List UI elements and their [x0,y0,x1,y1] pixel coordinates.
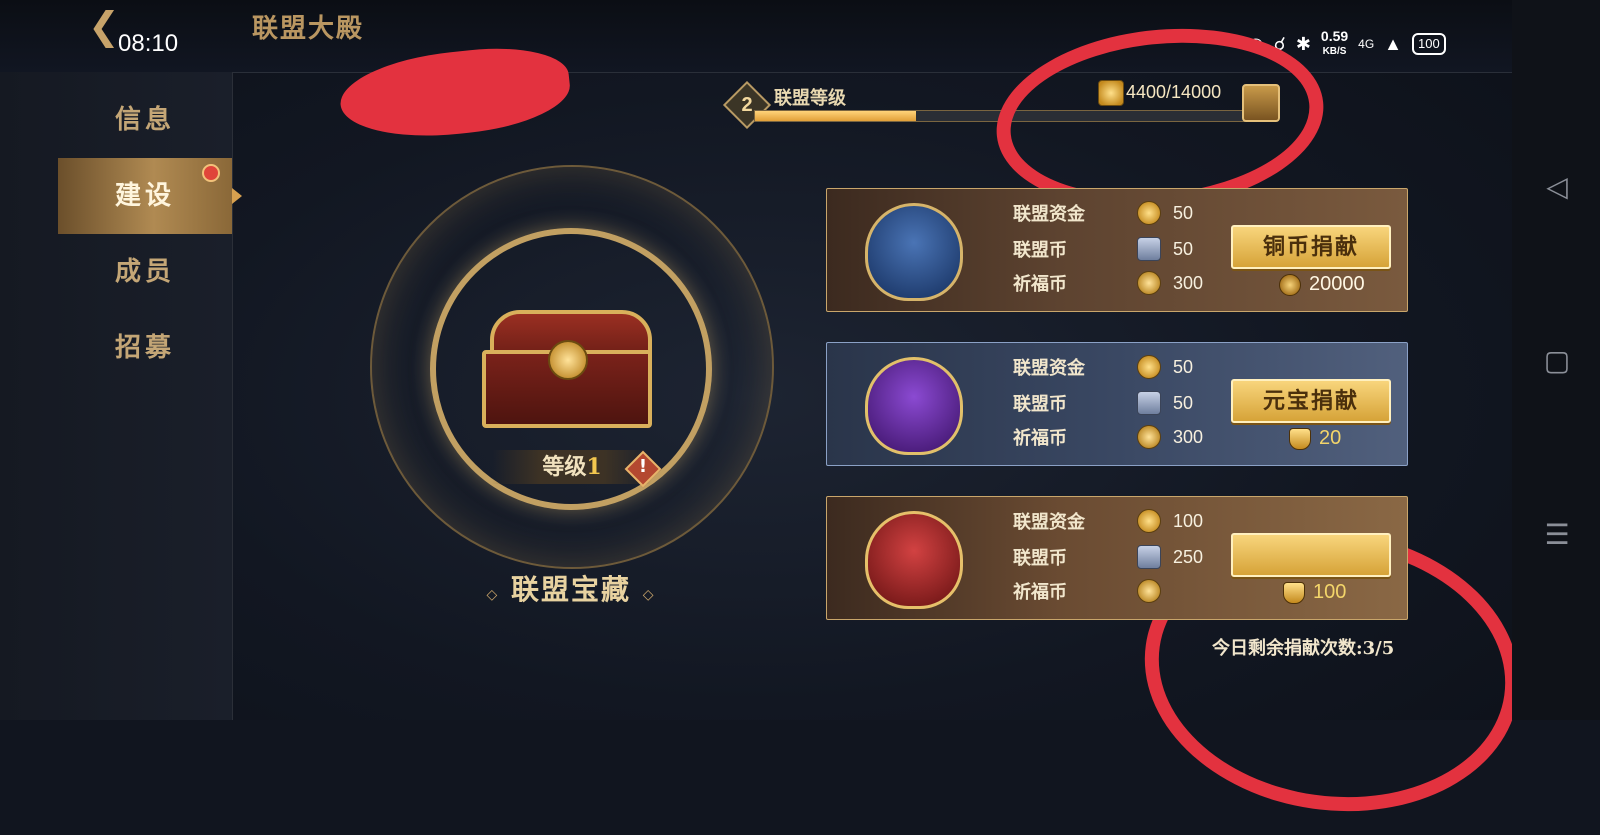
reward-label: 祈福币 [1013,274,1067,295]
cost-value: 100 [1313,581,1347,603]
reward-value: 300 [1173,426,1204,447]
alliance-level-label: 联盟等级 [774,88,846,109]
reward-row: 祈福币 300 [1013,269,1203,297]
bluetooth-icon: ✱ [1295,33,1311,54]
donation-card-copper: 联盟资金 50 联盟币 50 祈福币 300 铜币捐献 20000 [826,188,1408,312]
battery-indicator: 100 [1412,33,1446,55]
reward-label: 联盟资金 [1013,512,1085,533]
copper-donate-button[interactable]: 铜币捐献 [1231,225,1391,269]
reward-value: 50 [1173,392,1194,413]
blessing-coin-icon [1137,425,1161,449]
sidebar-item-recruit[interactable]: 招募 [58,310,232,386]
sidebar-item-info[interactable]: 信息 [58,82,232,158]
red-money-bag-icon [865,511,963,609]
alliance-fund-icon [1137,509,1161,533]
reward-value: 50 [1173,238,1194,259]
blessing-coin-icon [1137,271,1161,295]
network-type: 4G [1358,37,1375,51]
alliance-fund-icon [1137,355,1161,379]
donation-cost: 100 [1283,581,1346,604]
alliance-coin-icon [1137,391,1161,415]
reward-row: 联盟币 250 [1013,543,1203,571]
warning-mark: ! [638,456,648,477]
net-speed: 0.59 KB/S [1320,28,1349,58]
sidebar-item-label: 招募 [114,333,175,363]
reward-label: 联盟资金 [1013,204,1085,225]
donation-card-ingot: 联盟资金 50 联盟币 50 祈福币 300 元宝捐献 20 [826,342,1408,466]
sidebar-item-label: 成员 [114,257,175,287]
treasure-level-label: 等级 [542,454,587,480]
reward-value: 50 [1173,202,1194,223]
nav-menu-icon[interactable]: ☰ [1540,518,1574,552]
reward-value: 250 [1173,546,1204,567]
donation-card-premium: 联盟资金 100 联盟币 250 祈福币 100 [826,496,1408,620]
reward-value: 100 [1173,510,1204,531]
reward-row: 联盟币 50 [1013,235,1193,263]
notification-dot [202,164,220,182]
cost-value: 20000 [1309,273,1365,295]
sidebar-item-construction[interactable]: 建设 [58,158,242,234]
donation-cost: 20 [1289,427,1341,450]
copper-money-bag-icon [865,203,963,301]
sidebar-item-members[interactable]: 成员 [58,234,232,310]
premium-donate-button[interactable] [1231,533,1391,577]
reward-label: 联盟币 [1013,240,1067,261]
alliance-coin-icon [1137,545,1161,569]
alliance-fund-icon [1137,201,1161,225]
net-speed-value: 0.59 [1320,28,1349,44]
copper-coin-icon [1279,273,1301,296]
active-indicator [232,188,242,204]
alliance-coin-icon [1137,237,1161,261]
blessing-coin-icon [1137,579,1161,603]
gold-ingot-icon [1283,581,1305,604]
treasure-level-value: 1 [586,454,602,480]
reward-label: 联盟币 [1013,548,1067,569]
gold-ingot-icon [1289,427,1311,450]
page-title: 联盟大殿 [252,14,365,44]
reward-row: 联盟币 50 [1013,389,1193,417]
sidebar: 信息 建设 成员 招募 [0,72,242,720]
reward-label: 联盟币 [1013,394,1067,415]
signal-icon: ▲ [1384,33,1402,54]
treasure-title-text: 联盟宝藏 [510,573,631,606]
remaining-donations: 今日剩余捐献次数:3/5 [1212,638,1395,659]
donation-cost: 20000 [1279,273,1365,296]
reward-label: 联盟资金 [1013,358,1085,379]
sidebar-item-label: 建设 [114,181,175,211]
chest-lock [548,340,588,380]
nav-back-icon[interactable]: ◁ [1540,170,1574,204]
reward-value: 50 [1173,356,1194,377]
nav-home-icon[interactable]: ▢ [1540,344,1574,378]
net-speed-unit: KB/S [1322,46,1347,57]
reward-row: 祈福币 [1013,577,1173,605]
reward-value: 300 [1173,272,1204,293]
status-clock: 08:10 [118,30,179,57]
purple-money-bag-icon [865,357,963,455]
reward-label: 祈福币 [1013,428,1067,449]
reward-row: 联盟资金 50 [1013,199,1193,227]
ornament-left-icon: ◇ [486,587,500,603]
cost-value: 20 [1319,427,1342,449]
reward-row: 联盟资金 100 [1013,507,1203,535]
ingot-donate-button[interactable]: 元宝捐献 [1231,379,1391,423]
treasure-chest-icon[interactable] [482,310,652,428]
reward-label: 祈福币 [1013,582,1067,603]
reward-row: 联盟资金 50 [1013,353,1193,381]
game-screen: ❮ 联盟大殿 08:10 ◷ ☌ ✱ 0.59 KB/S 4G ▲ 100 信息… [0,0,1538,835]
progress-fill [755,111,916,121]
treasure-title: ◇ 联盟宝藏 ◇ [462,568,680,608]
sidebar-item-label: 信息 [114,105,175,135]
reward-row: 祈福币 300 [1013,423,1203,451]
ornament-right-icon: ◇ [642,587,656,603]
